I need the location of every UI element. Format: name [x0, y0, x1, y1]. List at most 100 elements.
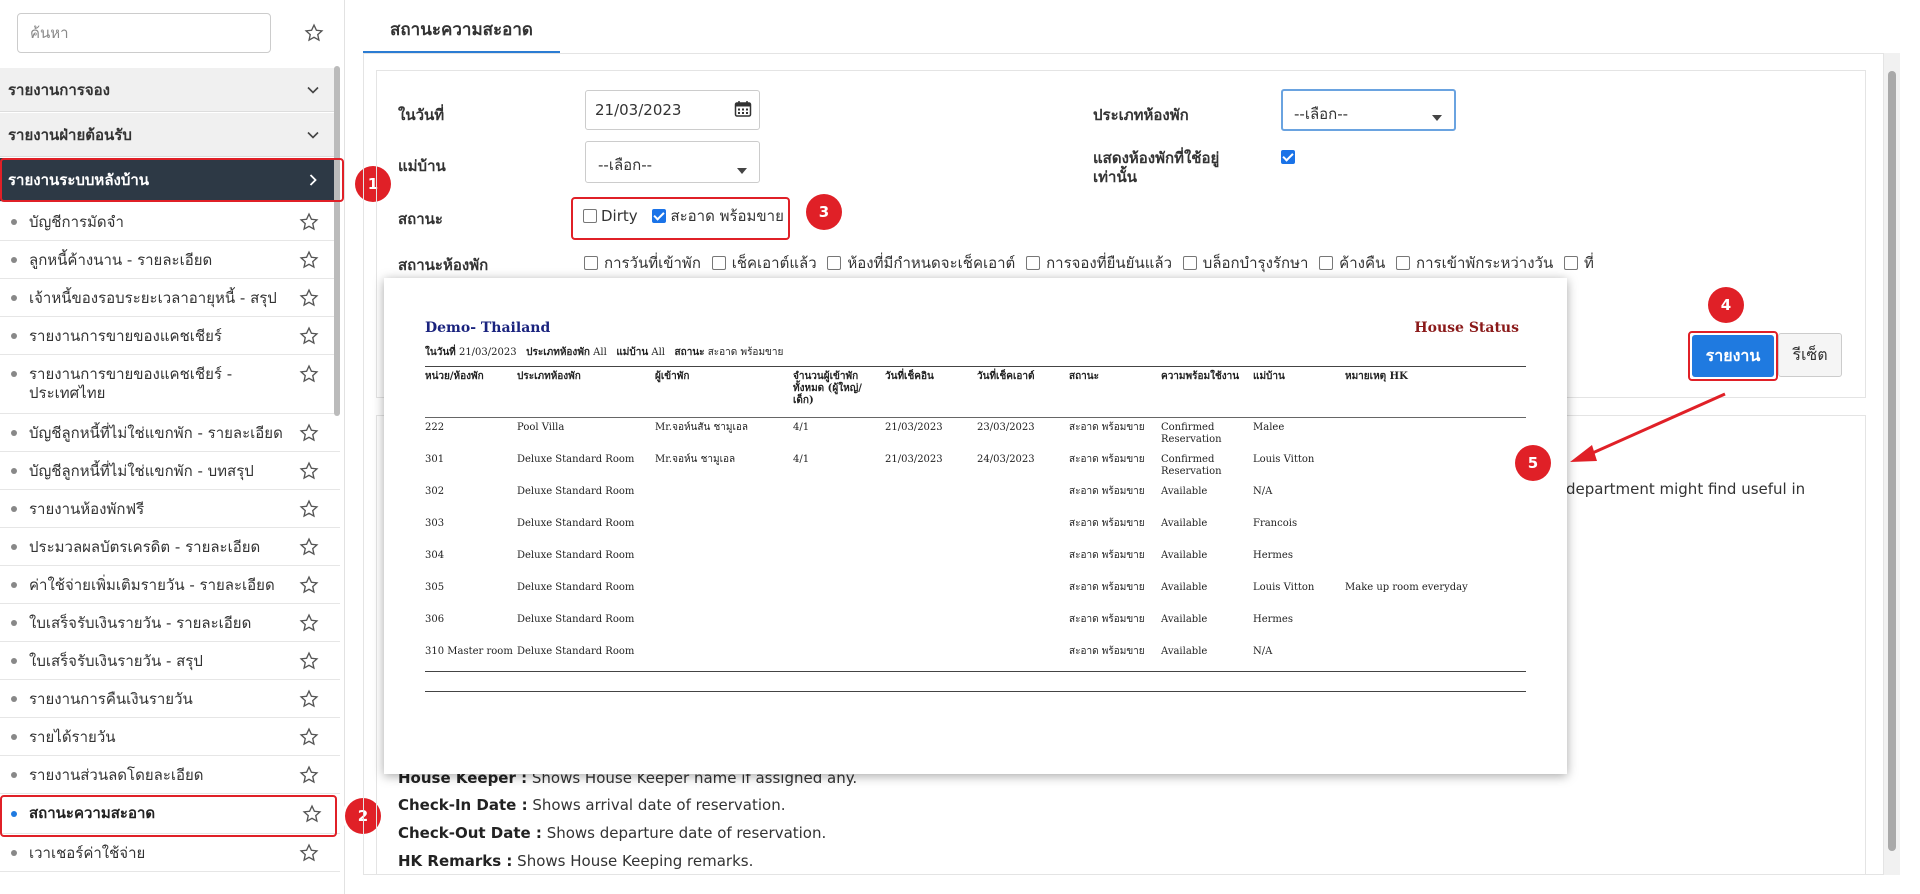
report-cell: Deluxe Standard Room — [517, 518, 635, 529]
favorite-star-icon[interactable] — [298, 325, 320, 347]
sidebar-item-free-rooms[interactable]: รายงานห้องพักฟรี — [0, 490, 340, 528]
room-status-checkbox[interactable] — [711, 256, 726, 270]
search-box — [17, 13, 271, 53]
group-booking-reports[interactable]: รายงานการจอง — [0, 68, 340, 112]
search-input[interactable] — [18, 14, 270, 52]
sidebar-item-deposit-ledger[interactable]: บัญชีการมัดจำ — [0, 203, 340, 241]
bullet-dot — [11, 696, 17, 702]
report-filter-key: สถานะ — [674, 347, 705, 358]
favorite-star-icon[interactable] — [298, 650, 320, 672]
scrollbar-thumb[interactable] — [1888, 71, 1896, 851]
calendar-icon[interactable] — [734, 100, 752, 122]
report-cell: 4/1 — [793, 422, 810, 433]
sidebar-item-expense-voucher[interactable]: เวาเชอร์ค่าใช้จ่าย — [0, 834, 340, 872]
report-row: 305 Deluxe Standard Room สะอาด พร้อมขาย Ava… — [425, 578, 1526, 610]
sidebar-item-daily-receipts-detail[interactable]: ใบเสร็จรับเงินรายวัน - รายละเอียด — [0, 604, 340, 642]
housekeeper-select[interactable]: --เลือก-- — [585, 141, 760, 183]
sidebar-item-daily-receipts-summary[interactable]: ใบเสร็จรับเงินรายวัน - สรุป — [0, 642, 340, 680]
report-cell: Available — [1161, 518, 1208, 529]
room-status-checkbox[interactable] — [1564, 256, 1578, 270]
reset-button[interactable]: รีเซ็ต — [1778, 333, 1842, 377]
sidebar-item-daily-revenue[interactable]: รายได้รายวัน — [0, 718, 340, 756]
sidebar-item-label: ค่าใช้จ่ายเพิ่มเติมรายวัน - รายละเอียด — [29, 576, 275, 594]
favorite-star-icon[interactable] — [298, 211, 320, 233]
sidebar-item-label: ใบเสร็จรับเงินรายวัน - รายละเอียด — [29, 614, 252, 632]
description-fragment: department might find useful in — [1566, 480, 1806, 498]
sidebar-item-non-guest-ar-summary[interactable]: บัญชีลูกหนี้ที่ไม่ใช่แขกพัก - บทสรุป — [0, 452, 340, 490]
room-status-option: การวันที่เข้าพัก — [604, 254, 701, 272]
show-used-rooms-checkbox[interactable] — [1281, 150, 1295, 164]
report-title: House Status — [1414, 320, 1519, 336]
report-cell: Available — [1161, 550, 1208, 561]
report-cell: Pool Villa — [517, 422, 565, 433]
main-scrollbar[interactable] — [1884, 53, 1900, 875]
sidebar-item-non-guest-ar-detail[interactable]: บัญชีลูกหนี้ที่ไม่ใช่แขกพัก - รายละเอียด — [0, 414, 340, 452]
report-row: 304 Deluxe Standard Room สะอาด พร้อมขาย Ava… — [425, 546, 1526, 578]
bullet-dot — [11, 257, 17, 263]
favorite-star-icon[interactable] — [298, 612, 320, 634]
sidebar-item-payable-aging-summary[interactable]: เจ้าหนี้ของรอบระยะเวลาอายุหนี้ - สรุป — [0, 279, 340, 317]
sidebar-item-discount-detail[interactable]: รายงานส่วนลดโดยละเอียด — [0, 756, 340, 794]
room-status-checkbox[interactable] — [1319, 256, 1334, 270]
date-label: ในวันที่ — [398, 106, 445, 124]
favorite-star-icon[interactable] — [298, 726, 320, 748]
report-cell: Deluxe Standard Room — [517, 486, 635, 497]
favorite-star-icon[interactable] — [298, 249, 320, 271]
chevron-down-icon — [306, 68, 320, 112]
favorite-star-icon[interactable] — [303, 22, 325, 44]
report-row: 301 Deluxe Standard Room Mr.จอห์น ชามูเอล 4… — [425, 450, 1526, 482]
favorite-star-icon[interactable] — [298, 422, 320, 444]
housekeeper-value: --เลือก-- — [598, 156, 653, 174]
sidebar-item-cashier-sales[interactable]: รายงานการขายของแคชเชียร์ — [0, 317, 340, 355]
group-front-desk-reports[interactable]: รายงานฝ่ายต้อนรับ — [0, 113, 340, 157]
report-cell: Louis Vitton — [1253, 582, 1315, 593]
favorite-star-icon[interactable] — [298, 460, 320, 482]
report-column-header: สถานะ — [1069, 371, 1099, 382]
favorite-star-icon[interactable] — [298, 574, 320, 596]
bullet-dot — [11, 219, 17, 225]
favorite-star-icon[interactable] — [298, 536, 320, 558]
report-header-row: หน่วย/ห้องพัก ประเภทห้องพัก ผู้เข้าพัก จ… — [425, 367, 1526, 418]
report-cell: 302 — [425, 486, 445, 497]
sidebar-item-daily-refunds[interactable]: รายงานการคืนเงินรายวัน — [0, 680, 340, 718]
room-status-checkbox[interactable] — [1396, 256, 1411, 270]
room-type-label: ประเภทห้องพัก — [1093, 106, 1189, 124]
bullet-dot — [11, 544, 17, 550]
report-cell: Mr.จอห์นสัน ชามูเอล — [655, 422, 749, 433]
report-cell: Confirmed Reservation — [1161, 422, 1222, 445]
favorite-star-icon[interactable] — [298, 363, 320, 385]
report-cell: สะอาด พร้อมขาย — [1069, 550, 1145, 561]
room-status-option: บล็อกบำรุงรักษา — [1202, 254, 1309, 272]
sidebar-scrollbar[interactable] — [334, 66, 340, 416]
favorite-star-icon[interactable] — [298, 287, 320, 309]
room-status-checkbox[interactable] — [1026, 256, 1041, 270]
description-key: Check-In Date : — [398, 796, 528, 814]
favorite-star-icon[interactable] — [298, 498, 320, 520]
sidebar-item-label: เจ้าหนี้ของรอบระยะเวลาอายุหนี้ - สรุป — [29, 289, 277, 307]
step-badge-4: 4 — [1708, 287, 1744, 323]
bullet-dot — [11, 582, 17, 588]
report-cell: Deluxe Standard Room — [517, 582, 635, 593]
report-cell: Make up room everyday — [1345, 582, 1468, 593]
room-type-select[interactable]: --เลือก-- — [1281, 89, 1456, 131]
favorite-star-icon[interactable] — [298, 688, 320, 710]
favorite-star-icon[interactable] — [298, 764, 320, 786]
sidebar-item-aging-detail[interactable]: ลูกหนี้ค้างนาน - รายละเอียด — [0, 241, 340, 279]
report-footer-rule — [425, 671, 1526, 672]
report-cell: 23/03/2023 — [977, 422, 1035, 433]
tab-house-status[interactable]: สถานะความสะอาด — [363, 10, 560, 54]
sidebar-item-daily-extra-charges[interactable]: ค่าใช้จ่ายเพิ่มเติมรายวัน - รายละเอียด — [0, 566, 340, 604]
room-status-checkbox[interactable] — [1182, 256, 1197, 270]
sidebar-item-credit-card-detail[interactable]: ประมวลผลบัตรเครดิต - รายละเอียด — [0, 528, 340, 566]
sidebar-item-cashier-sales-thailand[interactable]: รายงานการขายของแคชเชียร์ - ประเทศไทย — [0, 355, 340, 414]
report-cell: 222 — [425, 422, 445, 433]
bullet-dot — [11, 506, 17, 512]
bullet-dot — [11, 468, 17, 474]
report-column-header: ประเภทห้องพัก — [517, 371, 581, 382]
date-field[interactable]: 21/03/2023 — [585, 90, 760, 130]
favorite-star-icon[interactable] — [298, 842, 320, 864]
room-status-checkbox[interactable] — [827, 256, 842, 270]
report-footer-rule — [425, 691, 1526, 692]
bullet-dot — [11, 430, 17, 436]
room-status-checkbox[interactable] — [584, 256, 598, 270]
